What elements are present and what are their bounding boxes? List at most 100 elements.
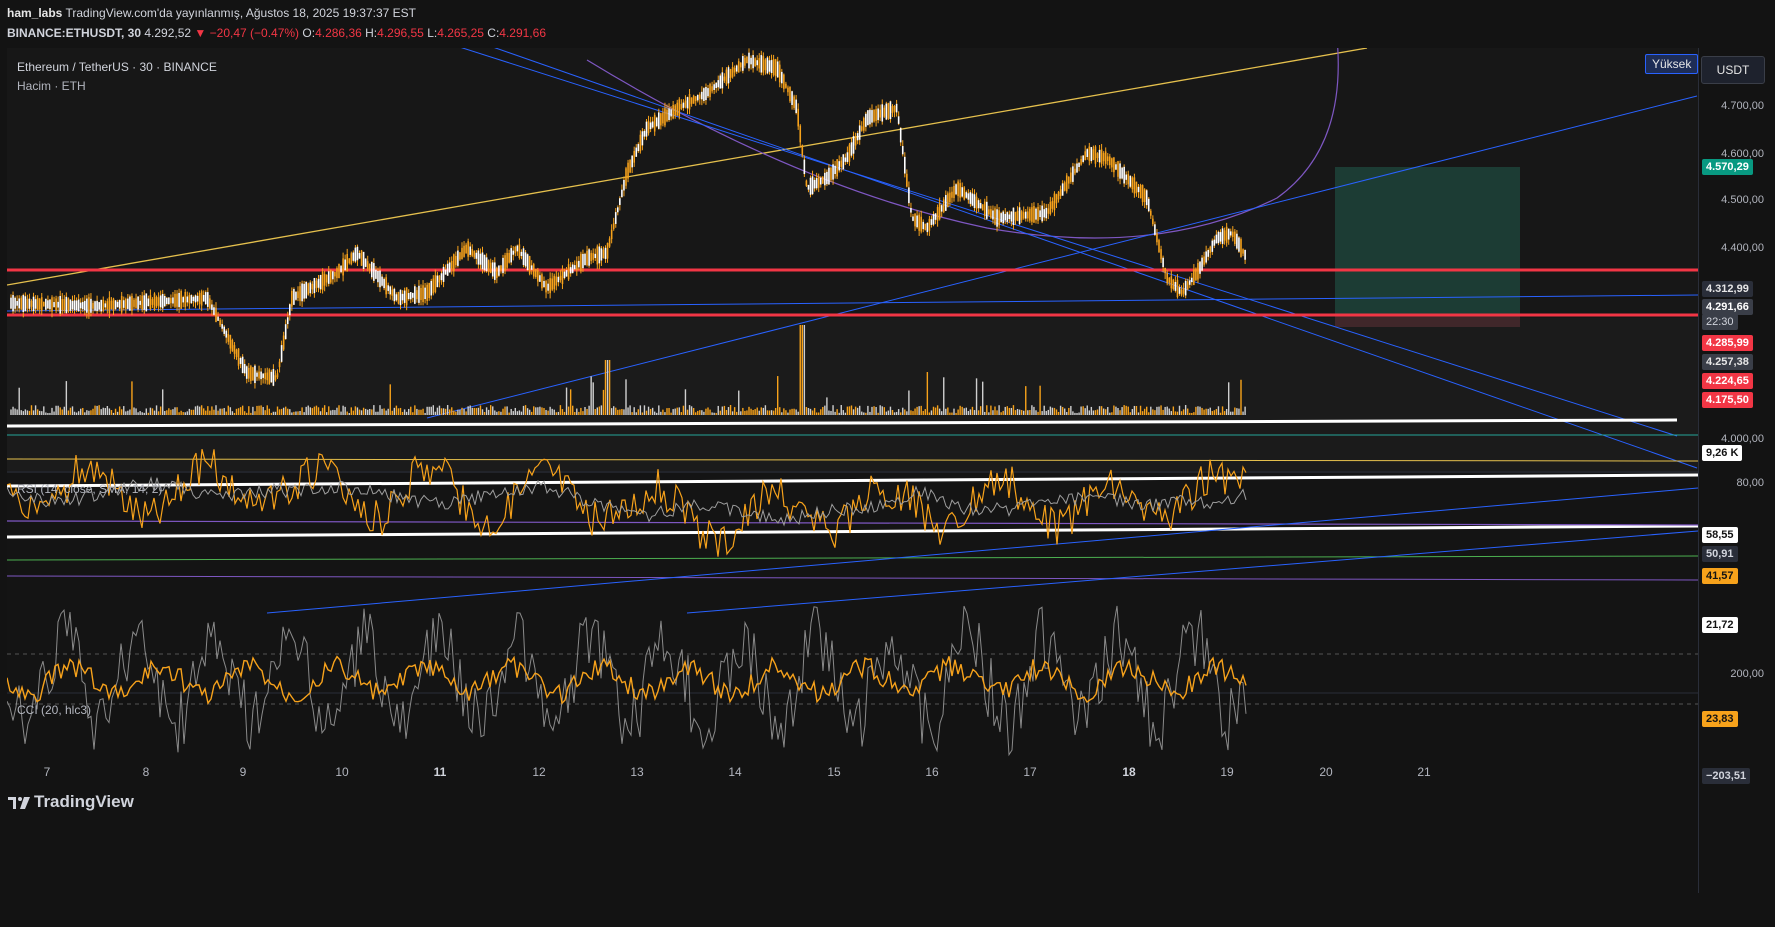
currency-selector[interactable]: USDT: [1701, 56, 1765, 84]
candle-body: [395, 294, 398, 301]
candle-body: [1199, 261, 1201, 274]
candle-body: [541, 274, 543, 289]
candle-body: [51, 297, 53, 312]
cci-pane-title[interactable]: CCI (20, hlc3): [17, 703, 91, 717]
volume-bar: [1154, 410, 1156, 415]
candle-body: [55, 298, 57, 311]
symbol-label[interactable]: BINANCE:ETHUSDT, 30: [7, 26, 141, 40]
date-tick: 10: [335, 765, 349, 779]
volume-bar: [321, 407, 324, 415]
candle-body: [785, 83, 787, 88]
candle-body: [555, 276, 558, 286]
date-tick: 7: [43, 765, 51, 779]
volume-bar: [631, 412, 633, 415]
volume-bar: [1078, 412, 1080, 415]
candle-body: [360, 250, 363, 266]
volume-bar: [399, 407, 402, 415]
volume-bar: [945, 408, 947, 415]
candle-body: [957, 181, 959, 197]
volume-bar: [490, 405, 492, 415]
candle-body: [1225, 226, 1228, 243]
volume-bar: [51, 407, 53, 415]
volume-bar: [914, 408, 916, 415]
candle-body: [223, 326, 225, 334]
volume-bar: [375, 411, 377, 415]
candle-body: [151, 299, 154, 305]
volume-bar: [926, 372, 929, 415]
volume-bar: [877, 412, 879, 415]
volume-bar: [1117, 408, 1119, 415]
candle-body: [494, 262, 496, 280]
volume-bar: [1238, 408, 1240, 415]
volume-bar: [567, 406, 570, 415]
volume-bar: [410, 406, 412, 415]
candle-body: [409, 292, 412, 300]
date-tick: 14: [728, 765, 742, 779]
volume-bar: [1125, 405, 1127, 415]
candle-body: [241, 356, 244, 373]
candle-body: [190, 295, 193, 304]
candle-body: [342, 258, 344, 276]
volume-bar: [897, 409, 900, 415]
main-pane-gradient: [7, 318, 1698, 473]
candle-body: [268, 369, 271, 384]
candle-body: [1121, 167, 1123, 179]
candle-body: [686, 97, 689, 109]
volume-bar: [1072, 411, 1074, 415]
candle-body: [760, 55, 763, 73]
candle-body: [229, 335, 232, 349]
candle-body: [202, 294, 205, 302]
candle-body: [102, 299, 105, 312]
candle-body: [922, 221, 925, 230]
tradingview-logo[interactable]: TradingView: [8, 792, 134, 812]
candle-body: [245, 366, 248, 379]
candle-body: [248, 367, 250, 379]
volume-bar: [323, 405, 326, 415]
candle-body: [631, 155, 633, 168]
volume-bar: [531, 411, 533, 415]
candle-body: [670, 109, 672, 117]
volume-bar: [34, 405, 37, 415]
author-name[interactable]: ham_labs: [7, 6, 62, 20]
candle-body: [1090, 147, 1093, 162]
volume-bar: [838, 412, 840, 415]
rsi-pane-title[interactable]: RSI (14, close, SMA, 14, 2): [17, 482, 162, 496]
candle-body: [528, 255, 531, 274]
volume-bar: [135, 408, 137, 415]
candle-body: [928, 218, 931, 231]
scale-mode-badge[interactable]: Yüksek: [1645, 54, 1699, 74]
volume-bar: [924, 409, 926, 415]
candle-body: [813, 179, 816, 189]
volume-bar: [1115, 406, 1117, 415]
candle-body: [590, 252, 592, 262]
candle-body: [1061, 183, 1064, 196]
volume-bar: [239, 407, 242, 415]
volume-bar: [328, 406, 330, 415]
volume-bar: [164, 410, 166, 415]
volume-bar: [801, 325, 803, 415]
candle-body: [1217, 231, 1220, 244]
volume-pane-title[interactable]: Hacim · ETH: [17, 79, 86, 93]
volume-bar: [1164, 406, 1166, 415]
low-label: L:: [427, 26, 438, 40]
volume-bar: [996, 410, 998, 415]
volume-bar: [369, 408, 371, 415]
volume-bar: [98, 405, 100, 415]
volume-bar: [1184, 405, 1187, 415]
candle-body: [963, 187, 966, 200]
candle-body: [932, 214, 935, 225]
volume-bar: [1039, 385, 1041, 415]
volume-bar: [711, 412, 713, 415]
volume-bar: [621, 409, 623, 415]
volume-bar: [809, 408, 812, 415]
volume-bar: [225, 411, 227, 415]
time-axis[interactable]: 7 8 9 10 11 12 13 14 15 16 17 18 19 20 2…: [0, 763, 1775, 783]
volume-bar: [539, 406, 541, 415]
candle-body: [793, 96, 795, 108]
main-pane-title[interactable]: Ethereum / TetherUS · 30 · BINANCE: [17, 60, 217, 74]
candle-body: [721, 72, 724, 89]
candle-body: [506, 252, 508, 268]
volume-bar: [553, 409, 555, 415]
candle-body: [703, 88, 705, 101]
volume-bar: [668, 407, 670, 415]
